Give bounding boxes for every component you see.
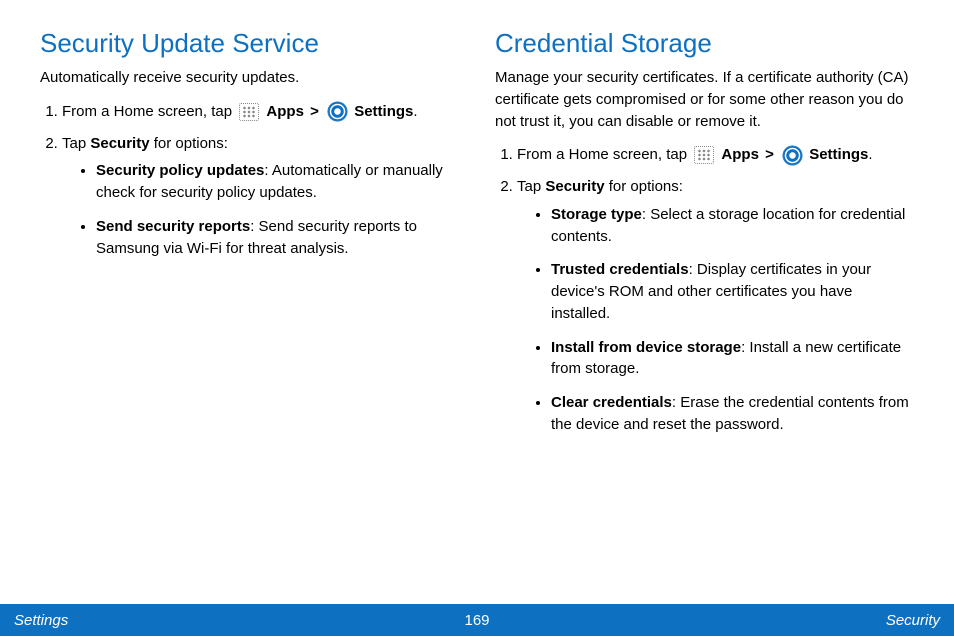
section-title-security-update: Security Update Service: [40, 28, 459, 59]
intro-text: Manage your security certificates. If a …: [495, 67, 914, 132]
bullet-item: Clear credentials: Erase the credential …: [551, 392, 914, 436]
step-text: From a Home screen, tap: [517, 146, 691, 163]
apps-label: Apps: [266, 103, 304, 120]
bullet-list: Storage type: Select a storage location …: [517, 204, 914, 436]
intro-text: Automatically receive security updates.: [40, 67, 459, 89]
bullet-item: Send security reports: Send security rep…: [96, 216, 459, 260]
step-text: Tap: [62, 135, 90, 152]
step-item: Tap Security for options: Storage type: …: [517, 176, 914, 436]
section-title-credential-storage: Credential Storage: [495, 28, 914, 59]
suffix: .: [413, 103, 417, 120]
settings-icon: [783, 146, 802, 165]
footer-left: Settings: [14, 612, 68, 629]
bullet-item: Trusted credentials: Display certificate…: [551, 259, 914, 324]
step-suffix: for options:: [605, 178, 683, 195]
steps-list: From a Home screen, tap Apps > Settings.…: [40, 101, 459, 260]
bullet-bold: Security policy updates: [96, 162, 264, 179]
right-column: Credential Storage Manage your security …: [495, 28, 914, 584]
step-item: From a Home screen, tap Apps > Settings.: [517, 144, 914, 166]
separator: >: [310, 103, 319, 120]
bullet-item: Storage type: Select a storage location …: [551, 204, 914, 248]
step-text: From a Home screen, tap: [62, 103, 236, 120]
left-column: Security Update Service Automatically re…: [40, 28, 459, 584]
bullet-bold: Trusted credentials: [551, 261, 689, 278]
apps-icon: [239, 103, 259, 121]
apps-icon: [694, 146, 714, 164]
settings-icon: [328, 102, 347, 121]
step-bold: Security: [545, 178, 604, 195]
step-text: Tap: [517, 178, 545, 195]
bullet-list: Security policy updates: Automatically o…: [62, 160, 459, 259]
steps-list: From a Home screen, tap Apps > Settings.…: [495, 144, 914, 435]
step-item: From a Home screen, tap Apps > Settings.: [62, 101, 459, 123]
bullet-bold: Storage type: [551, 206, 642, 223]
apps-label: Apps: [721, 146, 759, 163]
step-suffix: for options:: [150, 135, 228, 152]
settings-label: Settings: [354, 103, 413, 120]
bullet-bold: Clear credentials: [551, 394, 672, 411]
bullet-bold: Send security reports: [96, 218, 250, 235]
page-footer: Settings 169 Security: [0, 604, 954, 636]
bullet-item: Install from device storage: Install a n…: [551, 337, 914, 381]
step-bold: Security: [90, 135, 149, 152]
settings-label: Settings: [809, 146, 868, 163]
footer-right: Security: [886, 612, 940, 629]
page-number: 169: [464, 612, 489, 629]
separator: >: [765, 146, 774, 163]
content-area: Security Update Service Automatically re…: [0, 0, 954, 604]
suffix: .: [868, 146, 872, 163]
step-item: Tap Security for options: Security polic…: [62, 133, 459, 260]
bullet-bold: Install from device storage: [551, 339, 741, 356]
bullet-item: Security policy updates: Automatically o…: [96, 160, 459, 204]
